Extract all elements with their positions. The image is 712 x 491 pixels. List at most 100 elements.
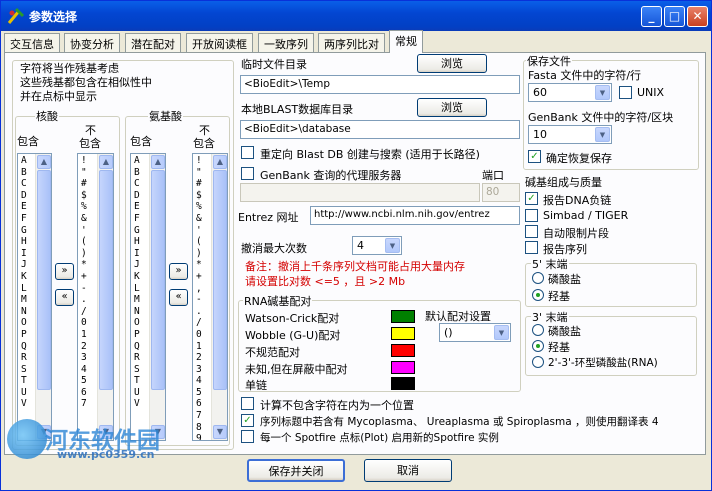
nucleotide-move-left-button[interactable]: « [55, 289, 74, 306]
minimize-icon: _ [648, 9, 655, 23]
nucleotide-move-right-button[interactable]: » [55, 263, 74, 280]
pair-label-masked: 未知,但在屏蔽中配对 [245, 363, 348, 376]
redirect-checkbox[interactable] [241, 146, 254, 159]
tab-interaction[interactable]: 交互信息 [4, 33, 60, 52]
report-sequence-checkbox[interactable] [525, 241, 538, 254]
pair-color-single-strand[interactable] [391, 377, 415, 390]
amino-exclude-scrollbar[interactable]: ▲ ▼ [211, 154, 227, 440]
composition-title: 碱基组成与质量 [525, 176, 602, 189]
five-prime-hydroxyl-radio[interactable] [532, 289, 544, 301]
amino-include-items: A B C D E F G H I J K L M N O P Q R S T … [134, 155, 140, 410]
three-prime-phosphate-radio[interactable] [532, 324, 544, 336]
proxy-input[interactable] [240, 183, 480, 202]
three-prime-hydroxyl-radio[interactable] [532, 340, 544, 352]
maximize-button[interactable]: □ [664, 6, 685, 27]
scroll-thumb[interactable] [37, 170, 51, 390]
report-dna-negative-checkbox[interactable]: ✓ [525, 192, 538, 205]
spotfire-instance-checkbox[interactable] [241, 430, 254, 443]
three-prime-cyclic-radio[interactable] [532, 356, 544, 368]
pair-label-noncanonical: 不规范配对 [245, 346, 300, 359]
port-input[interactable]: 80 [482, 183, 520, 202]
scroll-up-icon[interactable]: ▲ [37, 155, 51, 169]
fasta-chars-label: Fasta 文件中的字符/行 [528, 69, 642, 82]
tab-potential-pairing[interactable]: 潜在配对 [125, 33, 181, 52]
genbank-chars-value: 10 [533, 128, 547, 141]
blast-browse-button[interactable]: 浏览 [417, 98, 487, 117]
count-excluded-label: 计算不包含字符在内为一个位置 [260, 399, 414, 412]
amino-move-left-button[interactable]: « [169, 289, 188, 306]
amino-include-list[interactable]: A B C D E F G H I J K L M N O P Q R S T … [130, 153, 166, 441]
auto-restriction-label: 自动限制片段 [543, 227, 609, 240]
pair-color-noncanonical[interactable] [391, 344, 415, 357]
nucleotide-exclude-label-2: 包含 [79, 137, 101, 150]
scroll-up-icon[interactable]: ▲ [213, 155, 227, 169]
close-icon: ✕ [692, 9, 703, 23]
confirm-save-checkbox[interactable]: ✓ [528, 150, 541, 163]
temp-dir-input[interactable]: <BioEdit>\Temp [240, 75, 520, 94]
blast-db-label: 本地BLAST数据库目录 [241, 103, 354, 116]
nucleotide-include-scrollbar[interactable]: ▲ ▼ [35, 154, 51, 440]
pair-color-watson-crick[interactable] [391, 310, 415, 323]
auto-restriction-checkbox[interactable] [525, 225, 538, 238]
simbad-tiger-label: Simbad / TIGER [543, 209, 629, 222]
pair-color-masked[interactable] [391, 361, 415, 374]
three-prime-cyclic-label: 2'-3'-环型磷酸盐(RNA) [548, 357, 658, 369]
pair-color-wobble[interactable] [391, 327, 415, 340]
redirect-label: 重定向 Blast DB 创建与搜索 (适用于长路径) [260, 148, 480, 161]
genbank-chars-select[interactable]: 10 ▼ [528, 125, 612, 144]
proxy-checkbox[interactable] [241, 167, 254, 180]
tab-orf[interactable]: 开放阅读框 [186, 33, 253, 52]
tab-consensus[interactable]: 一致序列 [258, 33, 314, 52]
scroll-thumb[interactable] [213, 170, 227, 390]
nucleotide-include-list[interactable]: A B C D E F G H I J K L M N O P Q R S T … [17, 153, 52, 441]
minimize-button[interactable]: _ [641, 6, 662, 27]
temp-browse-button[interactable]: 浏览 [417, 54, 487, 73]
window-title: 参数选择 [29, 10, 78, 24]
spotfire-instance-label: 每一个 Spotfire 点标(Plot) 启用新的Spotfire 实例 [260, 432, 499, 444]
confirm-save-label: 确定恢复保存 [546, 152, 612, 165]
default-pairing-select[interactable]: () ▼ [439, 323, 511, 342]
undo-max-select[interactable]: 4 ▼ [352, 236, 402, 255]
nucleotide-exclude-list[interactable]: ! " # $ % & ' ( ) * + - . / 0 1 2 3 4 5 … [77, 153, 114, 441]
amino-move-right-button[interactable]: » [169, 263, 188, 280]
default-pairing-label: 默认配对设置 [425, 310, 491, 323]
simbad-tiger-checkbox[interactable] [525, 209, 538, 222]
amino-include-scrollbar[interactable]: ▲ ▼ [149, 154, 165, 440]
scroll-thumb[interactable] [151, 170, 165, 390]
chevron-down-icon[interactable]: ▼ [595, 127, 610, 142]
tab-covariation[interactable]: 协变分析 [64, 33, 120, 52]
scroll-up-icon[interactable]: ▲ [99, 155, 113, 169]
entrez-label: Entrez 网址 [238, 211, 299, 224]
undo-note-2: 请设置比对数 <=5 ，且 >2 Mb [245, 275, 406, 288]
amino-exclude-list[interactable]: ! " # $ % & ' ( ) * + , - . / 0 1 2 3 4 … [192, 153, 228, 441]
blast-db-input[interactable]: <BioEdit>\database [240, 120, 520, 139]
translation-table-label: 序列标题中若含有 Mycoplasma、 Ureaplasma 或 Spirop… [260, 416, 659, 428]
unix-checkbox[interactable] [619, 86, 632, 99]
save-close-button[interactable]: 保存并关闭 [247, 459, 345, 482]
close-button[interactable]: ✕ [687, 6, 708, 27]
amino-exclude-label-2: 包含 [193, 137, 215, 150]
chevron-down-icon[interactable]: ▼ [494, 325, 509, 340]
translation-table-checkbox[interactable]: ✓ [241, 414, 254, 427]
cancel-button[interactable]: 取消 [364, 459, 452, 482]
pair-label-wobble: Wobble (G-U)配对 [245, 329, 341, 342]
scroll-down-icon[interactable]: ▼ [213, 425, 227, 439]
five-prime-phosphate-label: 磷酸盐 [548, 273, 581, 286]
tab-pairwise[interactable]: 两序列比对 [318, 33, 385, 52]
port-label: 端口 [482, 169, 504, 182]
pair-label-single-strand: 单链 [245, 379, 267, 392]
chevron-down-icon[interactable]: ▼ [385, 238, 400, 253]
fasta-chars-select[interactable]: 60 ▼ [528, 83, 612, 102]
title-bar[interactable]: 参数选择 _ □ ✕ [1, 1, 711, 31]
chevron-down-icon[interactable]: ▼ [595, 85, 610, 100]
scroll-thumb[interactable] [99, 170, 113, 390]
amino-include-label: 包含 [130, 135, 152, 148]
genbank-chars-label: GenBank 文件中的字符/区块 [528, 111, 674, 124]
nucleotide-exclude-scrollbar[interactable]: ▲ ▼ [97, 154, 113, 440]
count-excluded-checkbox[interactable] [241, 397, 254, 410]
five-prime-phosphate-radio[interactable] [532, 272, 544, 284]
entrez-url-input[interactable]: http://www.ncbi.nlm.nih.gov/entrez [310, 206, 520, 225]
scroll-up-icon[interactable]: ▲ [151, 155, 165, 169]
pair-label-watson-crick: Watson-Crick配对 [245, 312, 340, 325]
tab-general[interactable]: 常规 [389, 30, 423, 53]
